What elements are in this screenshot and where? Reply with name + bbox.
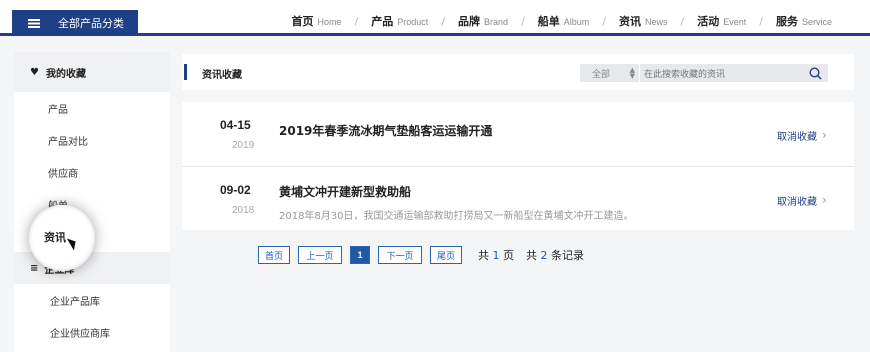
sidebar-favorites-header[interactable]: ♥ 我的收藏: [14, 52, 170, 92]
pagination: 首页 上一页 1 下一页 尾页 共 1 页 共 2 条记录: [258, 246, 584, 264]
main-nav: 首页 Home / 产品 Product / 品牌 Brand / 船单 Album /…: [292, 13, 832, 29]
list-item[interactable]: 09-02 2018 黄埔文冲开建新型救助船 2018年8月30日，我国交通运输…: [182, 166, 854, 230]
heart-icon: ♥: [30, 66, 39, 78]
all-categories-label: 全部产品分类: [58, 17, 124, 30]
sidebar-item-supplier[interactable]: 供应商: [14, 156, 170, 188]
title-accent-bar: [184, 64, 187, 80]
nav-home[interactable]: 首页 Home: [292, 13, 342, 29]
item-description: 2018年8月30日，我国交通运输部救助打捞局又一新船型在黄埔文冲开工建造。: [279, 211, 634, 222]
page-count: 共 1 页: [478, 249, 514, 262]
item-year: 2019: [232, 140, 255, 151]
chevron-right-icon[interactable]: ›: [822, 128, 827, 142]
nav-separator: /: [521, 14, 525, 28]
chevron-right-icon[interactable]: ›: [822, 193, 827, 207]
list-icon: ≡: [30, 262, 39, 274]
nav-event[interactable]: 活动 Event: [697, 13, 746, 29]
item-date: 04-15: [220, 118, 251, 132]
nav-service[interactable]: 服务 Service: [776, 13, 832, 29]
nav-brand[interactable]: 品牌 Brand: [458, 13, 508, 29]
nav-separator: /: [759, 14, 763, 28]
sidebar-item-company-products[interactable]: 企业产品库: [14, 284, 170, 316]
sidebar-item-company-suppliers[interactable]: 企业供应商库: [14, 316, 170, 348]
unfavorite-button[interactable]: 取消收藏: [777, 193, 817, 208]
nav-news[interactable]: 资讯 News: [619, 13, 668, 29]
hamburger-icon: [28, 18, 40, 28]
nav-separator: /: [354, 14, 359, 28]
search-scope-select[interactable]: 全部 ▲ ▼: [580, 64, 640, 82]
sidebar-favorites-title: 我的收藏: [46, 68, 86, 80]
page-title: 资讯收藏: [202, 70, 242, 81]
favorites-list: 04-15 2019 2019年春季流冰期气垫船客运运输开通 取消收藏 › 09…: [182, 102, 854, 230]
sidebar-item-product-compare[interactable]: 产品对比: [14, 124, 170, 156]
total-records: 2: [540, 249, 548, 262]
current-page-button[interactable]: 1: [350, 246, 370, 264]
all-categories-button[interactable]: 全部产品分类: [12, 10, 138, 36]
nav-album[interactable]: 船单 Album: [538, 13, 590, 29]
first-page-button[interactable]: 首页: [258, 246, 290, 264]
search-icon: [808, 66, 822, 80]
nav-separator: /: [602, 14, 607, 28]
item-date: 09-02: [220, 183, 251, 197]
search-scope-value: 全部: [592, 69, 611, 80]
total-pages: 1: [492, 249, 500, 262]
next-page-button[interactable]: 下一页: [378, 246, 422, 264]
item-year: 2018: [232, 205, 255, 216]
top-bar: 全部产品分类 首页 Home / 产品 Product / 品牌 Brand / 船单…: [0, 0, 870, 36]
list-item[interactable]: 04-15 2019 2019年春季流冰期气垫船客运运输开通 取消收藏 ›: [182, 102, 854, 166]
unfavorite-button[interactable]: 取消收藏: [777, 128, 817, 143]
record-count: 共 2 条记录: [526, 249, 584, 262]
search-input[interactable]: 在此搜索收藏的资讯: [640, 67, 802, 80]
last-page-button[interactable]: 尾页: [430, 246, 462, 264]
nav-separator: /: [441, 14, 446, 28]
content-header: 资讯收藏 全部 ▲ ▼ 在此搜索收藏的资讯: [182, 54, 854, 90]
nav-product[interactable]: 产品 Product: [371, 13, 428, 29]
sidebar: ♥ 我的收藏 产品 产品对比 供应商 船单 资讯 ≡ 企业库 企业产品库 企业供…: [14, 52, 170, 352]
highlight-lens[interactable]: 资讯: [29, 205, 95, 271]
item-title[interactable]: 黄埔文冲开建新型救助船: [279, 183, 411, 200]
prev-page-button[interactable]: 上一页: [298, 246, 342, 264]
sidebar-item-product[interactable]: 产品: [14, 92, 170, 124]
search-button[interactable]: [802, 64, 828, 82]
select-arrows-icon: ▲ ▼: [629, 66, 635, 80]
item-title[interactable]: 2019年春季流冰期气垫船客运运输开通: [279, 122, 492, 139]
search-box: 全部 ▲ ▼ 在此搜索收藏的资讯: [580, 64, 828, 82]
nav-separator: /: [680, 14, 685, 28]
highlight-lens-label: 资讯: [44, 231, 66, 244]
